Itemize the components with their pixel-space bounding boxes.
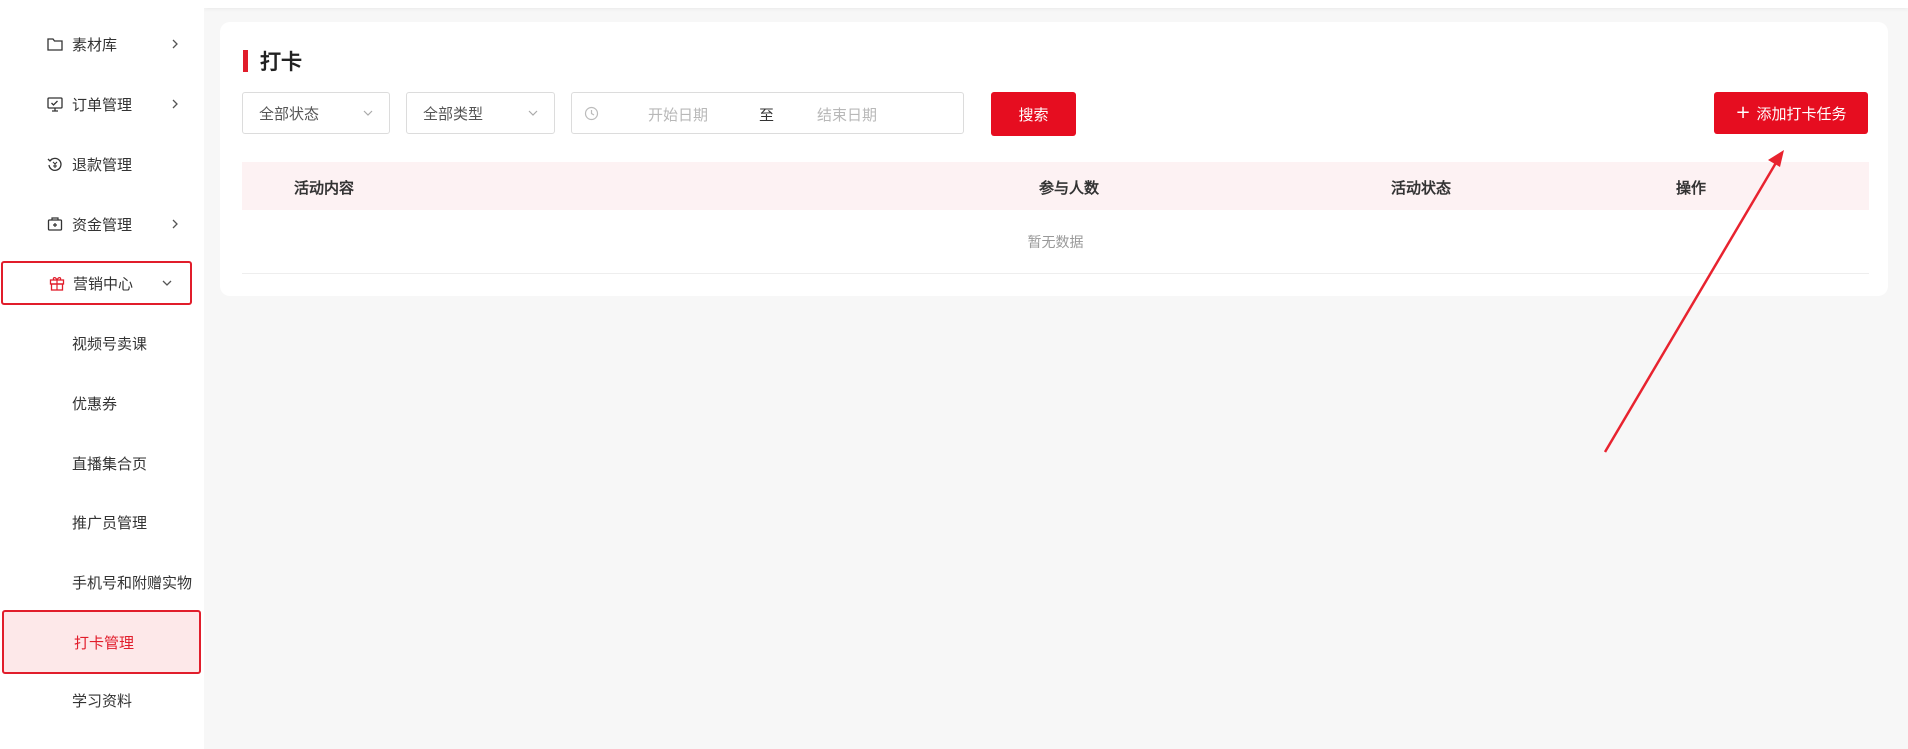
add-checkin-task-button[interactable]: + 添加打卡任务 [1714, 92, 1868, 134]
sidebar-item-label: 手机号和附赠实物 [72, 573, 193, 592]
range-separator: 至 [759, 106, 775, 124]
chevron-right-icon [172, 219, 178, 229]
empty-state: 暂无数据 [242, 210, 1869, 274]
refund-icon [46, 155, 64, 173]
search-button[interactable]: 搜索 [991, 92, 1076, 136]
table-header: 活动内容 参与人数 活动状态 操作 [242, 162, 1869, 210]
sidebar-item-label: 推广员管理 [72, 513, 148, 532]
sidebar-item-label: 退款管理 [72, 155, 133, 174]
chevron-down-icon [162, 280, 172, 286]
main-panel: 打卡 全部状态 全部类型 开始日期 至 结束日期 搜索 + 添加打卡任务 活动内… [220, 22, 1888, 296]
title-accent-bar [243, 50, 248, 72]
sidebar-item-label: 营销中心 [73, 274, 134, 293]
sidebar-item-orders[interactable]: 订单管理 [0, 74, 204, 134]
column-header-participants: 参与人数 [1039, 179, 1100, 197]
sidebar-item-funds[interactable]: 资金管理 [0, 194, 204, 254]
chevron-right-icon [172, 39, 178, 49]
sidebar-item-label: 订单管理 [72, 95, 133, 114]
sidebar-item-materials[interactable]: 素材库 [0, 14, 204, 74]
gift-icon [48, 274, 66, 292]
status-select-value: 全部状态 [259, 104, 320, 123]
column-header-actions: 操作 [1676, 179, 1707, 197]
type-select-value: 全部类型 [423, 104, 484, 123]
top-bar [204, 0, 1908, 8]
sidebar-item-label: 打卡管理 [74, 633, 135, 652]
date-range-picker[interactable]: 开始日期 至 结束日期 [571, 92, 964, 134]
sidebar-item-checkin[interactable]: 打卡管理 [2, 610, 201, 674]
folder-icon [46, 35, 64, 53]
wallet-icon [46, 215, 64, 233]
sidebar-item-coupons[interactable]: 优惠券 [0, 373, 204, 433]
sidebar-item-label: 优惠券 [72, 394, 118, 413]
page-title: 打卡 [260, 50, 302, 74]
add-checkin-task-label: 添加打卡任务 [1756, 104, 1847, 123]
sidebar-item-label: 素材库 [72, 35, 118, 54]
sidebar-item-label: 直播集合页 [72, 454, 148, 473]
plus-icon: + [1735, 102, 1751, 123]
status-select[interactable]: 全部状态 [242, 92, 390, 134]
sidebar-item-label: 学习资料 [72, 691, 133, 710]
sidebar-item-study-materials[interactable]: 学习资料 [0, 670, 204, 730]
column-header-content: 活动内容 [294, 179, 355, 197]
sidebar-item-phone-gifts[interactable]: 手机号和附赠实物 [0, 552, 204, 612]
chevron-right-icon [172, 99, 178, 109]
column-header-status: 活动状态 [1391, 179, 1452, 197]
sidebar-item-label: 视频号卖课 [72, 334, 148, 353]
sidebar-item-promoters[interactable]: 推广员管理 [0, 492, 204, 552]
end-date-input[interactable]: 结束日期 [817, 104, 877, 125]
sidebar-item-refunds[interactable]: 退款管理 [0, 134, 204, 194]
start-date-input[interactable]: 开始日期 [648, 104, 708, 125]
sidebar-item-label: 资金管理 [72, 215, 133, 234]
type-select[interactable]: 全部类型 [406, 92, 555, 134]
sidebar-item-video-course[interactable]: 视频号卖课 [0, 313, 204, 373]
sidebar: 素材库 订单管理 退款管理 资金管理 营销中心 视频号卖课 优惠券 直播集合页 [0, 0, 204, 749]
chevron-down-icon [528, 110, 538, 116]
sidebar-item-marketing[interactable]: 营销中心 [1, 261, 192, 305]
sidebar-item-live-collection[interactable]: 直播集合页 [0, 433, 204, 493]
clock-icon [584, 106, 599, 121]
chevron-down-icon [363, 110, 373, 116]
monitor-icon [46, 95, 64, 113]
